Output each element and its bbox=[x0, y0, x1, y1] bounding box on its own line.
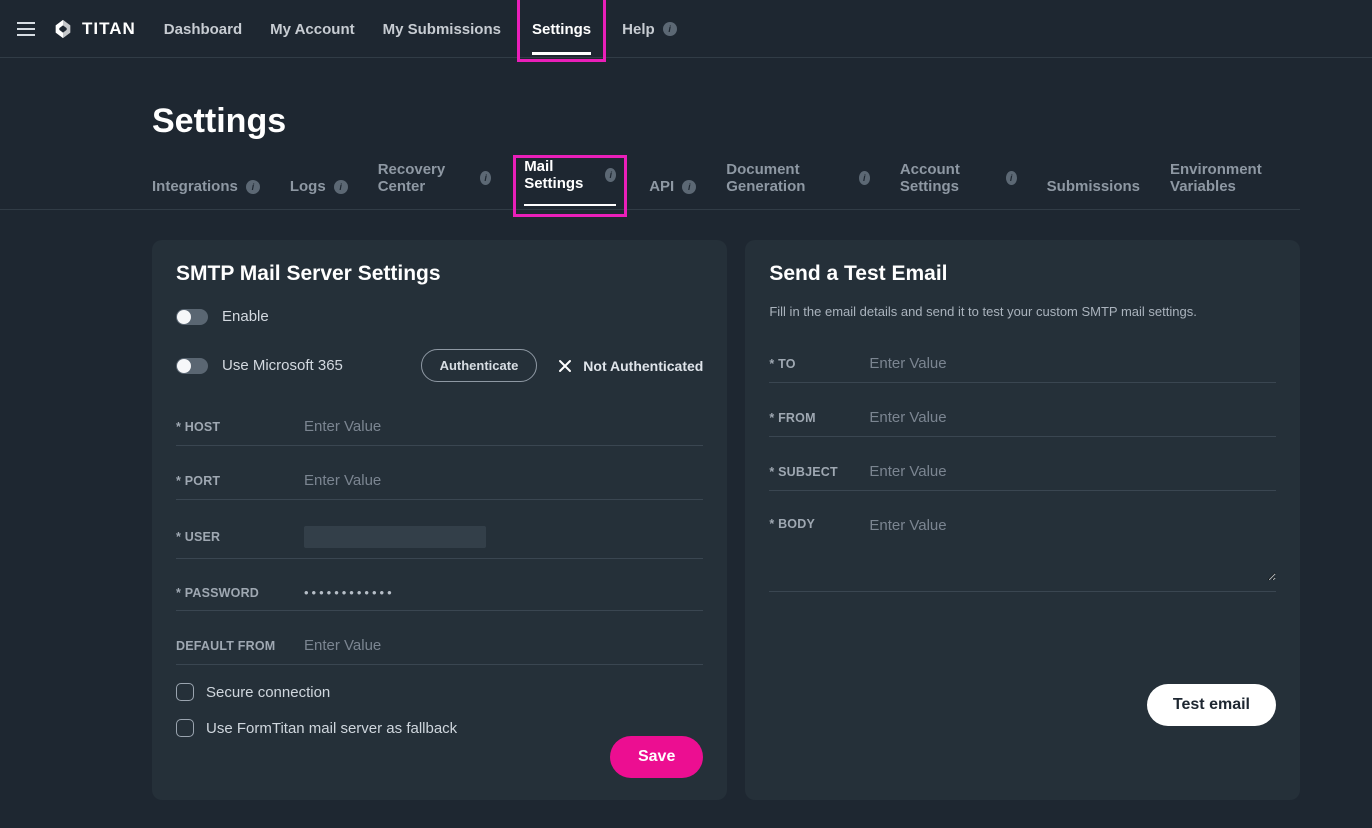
info-icon[interactable]: i bbox=[246, 180, 260, 194]
info-icon[interactable]: i bbox=[605, 168, 616, 182]
test-email-button[interactable]: Test email bbox=[1147, 684, 1276, 726]
settings-subnav: Integrations i Logs i Recovery Center i … bbox=[152, 169, 1300, 209]
nav-help[interactable]: Help i bbox=[622, 3, 677, 55]
brand-logo-icon bbox=[52, 18, 74, 40]
save-button[interactable]: Save bbox=[610, 736, 703, 778]
body-label: * BODY bbox=[769, 517, 849, 531]
subnav-api-label: API bbox=[649, 178, 674, 195]
default-from-label: DEFAULT FROM bbox=[176, 639, 284, 653]
to-input[interactable] bbox=[869, 355, 1276, 372]
info-icon[interactable]: i bbox=[859, 171, 870, 185]
from-label: * FROM bbox=[769, 411, 849, 425]
ms365-label: Use Microsoft 365 bbox=[222, 357, 343, 374]
subnav-environment-variables[interactable]: Environment Variables bbox=[1170, 161, 1300, 209]
highlight-nav-settings: Settings bbox=[517, 0, 606, 62]
primary-nav: Dashboard My Account My Submissions Sett… bbox=[164, 0, 677, 58]
info-icon[interactable]: i bbox=[334, 180, 348, 194]
subnav-recovery-label: Recovery Center bbox=[378, 161, 472, 195]
auth-status-text: Not Authenticated bbox=[583, 358, 703, 374]
nav-my-submissions[interactable]: My Submissions bbox=[383, 3, 501, 55]
top-bar: TITAN Dashboard My Account My Submission… bbox=[0, 0, 1372, 58]
smtp-card: SMTP Mail Server Settings Enable Use Mic… bbox=[152, 240, 727, 800]
subnav-submissions-label: Submissions bbox=[1047, 178, 1140, 195]
subnav-submissions[interactable]: Submissions bbox=[1047, 178, 1140, 209]
subnav-recovery[interactable]: Recovery Center i bbox=[378, 161, 492, 209]
password-input[interactable]: •••••••••••• bbox=[304, 585, 395, 600]
enable-toggle[interactable] bbox=[176, 309, 208, 325]
test-email-card: Send a Test Email Fill in the email deta… bbox=[745, 240, 1300, 800]
subnav-document-generation[interactable]: Document Generation i bbox=[726, 161, 870, 209]
body-input[interactable] bbox=[869, 517, 1276, 581]
ms365-toggle[interactable] bbox=[176, 358, 208, 374]
brand-name: TITAN bbox=[82, 19, 136, 39]
info-icon[interactable]: i bbox=[682, 180, 696, 194]
nav-settings[interactable]: Settings bbox=[532, 3, 591, 55]
subnav-account-settings[interactable]: Account Settings i bbox=[900, 161, 1017, 209]
secure-checkbox[interactable] bbox=[176, 683, 194, 701]
password-field: * PASSWORD •••••••••••• bbox=[176, 577, 703, 611]
subnav-account-label: Account Settings bbox=[900, 161, 998, 195]
menu-icon[interactable] bbox=[6, 9, 46, 49]
close-icon bbox=[557, 358, 573, 374]
highlight-subnav-mail: Mail Settings i bbox=[513, 155, 627, 217]
port-field: * PORT bbox=[176, 464, 703, 500]
ms365-row: Use Microsoft 365 Authenticate Not Authe… bbox=[176, 349, 703, 382]
info-icon[interactable]: i bbox=[663, 22, 677, 36]
subnav-docgen-label: Document Generation bbox=[726, 161, 850, 195]
subnav-logs[interactable]: Logs i bbox=[290, 178, 348, 209]
enable-row: Enable bbox=[176, 308, 703, 325]
subject-input[interactable] bbox=[869, 463, 1276, 480]
from-input[interactable] bbox=[869, 409, 1276, 426]
info-icon[interactable]: i bbox=[480, 171, 491, 185]
page-title: Settings bbox=[152, 102, 1300, 141]
enable-label: Enable bbox=[222, 308, 269, 325]
user-label: * USER bbox=[176, 530, 284, 544]
secure-row: Secure connection bbox=[176, 683, 703, 701]
test-description: Fill in the email details and send it to… bbox=[769, 304, 1276, 319]
auth-status: Not Authenticated bbox=[557, 358, 703, 374]
to-field: * TO bbox=[769, 347, 1276, 383]
port-input[interactable] bbox=[304, 472, 703, 489]
host-label: * HOST bbox=[176, 420, 284, 434]
password-label: * PASSWORD bbox=[176, 586, 284, 600]
user-input[interactable] bbox=[304, 526, 486, 548]
page: Settings Integrations i Logs i Recovery … bbox=[0, 58, 1300, 800]
subnav-logs-label: Logs bbox=[290, 178, 326, 195]
default-from-input[interactable] bbox=[304, 637, 703, 654]
brand[interactable]: TITAN bbox=[52, 18, 136, 40]
subnav-mail-settings[interactable]: Mail Settings i bbox=[524, 158, 616, 206]
subnav-api[interactable]: API i bbox=[649, 178, 696, 209]
default-from-field: DEFAULT FROM bbox=[176, 629, 703, 665]
to-label: * TO bbox=[769, 357, 849, 371]
info-icon[interactable]: i bbox=[1006, 171, 1017, 185]
cards: SMTP Mail Server Settings Enable Use Mic… bbox=[152, 240, 1300, 800]
subnav-integrations[interactable]: Integrations i bbox=[152, 178, 260, 209]
user-field: * USER bbox=[176, 518, 703, 559]
authenticate-button[interactable]: Authenticate bbox=[421, 349, 538, 382]
subject-field: * SUBJECT bbox=[769, 455, 1276, 491]
test-title: Send a Test Email bbox=[769, 262, 1276, 286]
nav-help-label: Help bbox=[622, 21, 655, 38]
subject-label: * SUBJECT bbox=[769, 465, 849, 479]
smtp-title: SMTP Mail Server Settings bbox=[176, 262, 703, 286]
nav-dashboard[interactable]: Dashboard bbox=[164, 3, 242, 55]
secure-label: Secure connection bbox=[206, 684, 330, 701]
nav-my-account[interactable]: My Account bbox=[270, 3, 354, 55]
from-field: * FROM bbox=[769, 401, 1276, 437]
fallback-row: Use FormTitan mail server as fallback bbox=[176, 719, 703, 737]
settings-subnav-wrap: Integrations i Logs i Recovery Center i … bbox=[0, 169, 1300, 210]
port-label: * PORT bbox=[176, 474, 284, 488]
host-field: * HOST bbox=[176, 410, 703, 446]
fallback-label: Use FormTitan mail server as fallback bbox=[206, 720, 457, 737]
subnav-env-label: Environment Variables bbox=[1170, 161, 1300, 195]
fallback-checkbox[interactable] bbox=[176, 719, 194, 737]
subnav-mail-label: Mail Settings bbox=[524, 158, 597, 192]
host-input[interactable] bbox=[304, 418, 703, 435]
subnav-integrations-label: Integrations bbox=[152, 178, 238, 195]
body-field: * BODY bbox=[769, 509, 1276, 592]
